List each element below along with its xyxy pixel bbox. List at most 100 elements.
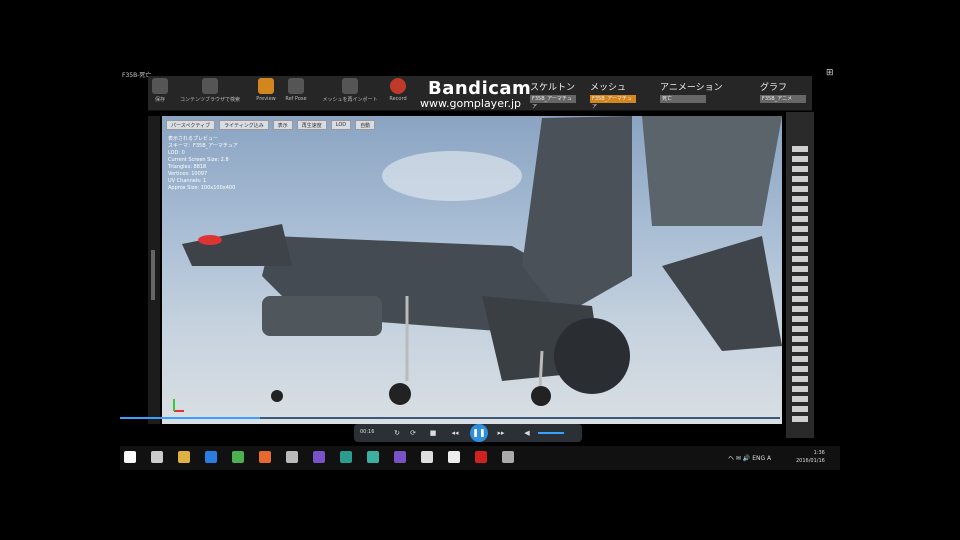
bone-tree-item[interactable] [792, 226, 808, 232]
bone-tree-item[interactable] [792, 306, 808, 312]
preview-button[interactable]: Preview [252, 78, 280, 108]
bone-tree-item[interactable] [792, 186, 808, 192]
bone-tree-item[interactable] [792, 326, 808, 332]
mode-mesh-label: メッシュ [590, 83, 627, 93]
show-button[interactable]: 表示 [272, 120, 293, 130]
bone-tree-item[interactable] [792, 236, 808, 242]
mode-skeleton-label: スケルトン [530, 83, 576, 93]
viewport-toolbar: パースペクティブ ライティング込み 表示 再生速度 LOD 自動 [166, 120, 376, 130]
tail-fin [522, 116, 632, 316]
watermark-title: Bandicam [428, 78, 532, 99]
nose-section [182, 224, 292, 266]
loop-icon[interactable]: ⟳ [408, 428, 418, 438]
bone-tree-item[interactable] [792, 336, 808, 342]
save-button[interactable]: 保存 [150, 78, 170, 108]
horizontal-stabilizer [662, 236, 782, 351]
reimport-mesh-button[interactable]: メッシュを再インポート [314, 78, 386, 108]
lod-button[interactable]: LOD [330, 120, 352, 130]
firefox-icon[interactable] [259, 451, 271, 463]
bone-tree-item[interactable] [792, 166, 808, 172]
unity-icon[interactable] [286, 451, 298, 463]
edge-icon[interactable] [205, 451, 217, 463]
aircraft-model [173, 116, 782, 412]
bone-tree-item[interactable] [792, 416, 808, 422]
bone-tree-item[interactable] [792, 286, 808, 292]
vertical-stabilizer [642, 116, 782, 226]
mode-animation-label: アニメーション [660, 83, 723, 93]
store-icon[interactable] [340, 451, 352, 463]
gom-icon[interactable] [502, 451, 514, 463]
bone-tree-item[interactable] [792, 356, 808, 362]
bone-tree-item[interactable] [792, 266, 808, 272]
repeat-icon[interactable]: ↻ [392, 428, 402, 438]
vs-icon[interactable] [394, 451, 406, 463]
find-in-browser-button[interactable]: コンテンツブラウザで検索 [174, 78, 246, 108]
bone-tree-item[interactable] [792, 296, 808, 302]
stop-icon[interactable]: ■ [428, 428, 438, 438]
mode-skeleton-select[interactable]: F35B_アーマチュア [530, 95, 576, 110]
volume-slider[interactable] [538, 432, 564, 434]
view-mode-button[interactable]: パースペクティブ [166, 120, 216, 130]
bone-tree-item[interactable] [792, 206, 808, 212]
lighting-button[interactable]: ライティング込み [219, 120, 269, 130]
bone-tree-item[interactable] [792, 376, 808, 382]
unreal-icon[interactable] [448, 451, 460, 463]
bone-tree-item[interactable] [792, 386, 808, 392]
search-icon [202, 78, 218, 94]
task-view-icon[interactable] [151, 451, 163, 463]
main-gear-wheel [389, 383, 411, 405]
bandicam-icon[interactable] [475, 451, 487, 463]
visual-studio-icon[interactable] [313, 451, 325, 463]
playback-time: 00:16 [360, 429, 375, 435]
ref-pose-button[interactable]: Ref Pose [282, 78, 310, 108]
record-icon [390, 78, 406, 94]
preview-icon [258, 78, 274, 94]
window-title: F35B-死亡 [122, 72, 152, 79]
player-controls: 00:16 ↻ ⟳ ■ ◂◂ ❚❚ ▸▸ ◀ [354, 424, 582, 442]
playback-speed-button[interactable]: 再生速度 [296, 120, 327, 130]
watermark-url: www.gomplayer.jp [420, 97, 522, 110]
volume-icon[interactable]: ◀ [522, 428, 532, 438]
mode-graph-select[interactable]: F35B_アニメ [760, 95, 806, 103]
mode-mesh-select[interactable]: F35B_アーマチュア [590, 95, 636, 110]
bone-tree-item[interactable] [792, 276, 808, 282]
weapons-bay [262, 296, 382, 336]
bone-tree-item[interactable] [792, 146, 808, 152]
record-button[interactable]: Record [386, 78, 410, 108]
save-icon [152, 78, 168, 94]
windows-start-icon[interactable] [124, 451, 136, 463]
bone-tree-item[interactable] [792, 246, 808, 252]
bone-tree-item[interactable] [792, 396, 808, 402]
forward-icon[interactable]: ▸▸ [496, 428, 506, 438]
rear-gear-wheel [531, 386, 551, 406]
auto-button[interactable]: 自動 [355, 120, 376, 130]
bone-tree-item[interactable] [792, 366, 808, 372]
reimport-icon [342, 78, 358, 94]
app-icon[interactable] [367, 451, 379, 463]
nose-light [198, 235, 222, 245]
bone-tree-item[interactable] [792, 316, 808, 322]
viewport[interactable]: パースペクティブ ライティング込み 表示 再生速度 LOD 自動 表示されるプレ… [162, 116, 782, 424]
mode-graph-label: グラフ [760, 83, 788, 93]
pause-icon[interactable]: ❚❚ [470, 424, 488, 442]
engine-nozzle [554, 318, 630, 394]
taskbar-clock[interactable]: 1:36 2016/01/16 [796, 449, 825, 465]
rear-gear-strut [538, 350, 544, 389]
viewport-stats: 表示されるプレビュー スキーマ：F35B_アーマチュア LOD: 0 Curre… [168, 136, 238, 191]
bone-tree-item[interactable] [792, 176, 808, 182]
bone-tree-item[interactable] [792, 406, 808, 412]
ue4-icon[interactable] [421, 451, 433, 463]
chrome-icon[interactable] [232, 451, 244, 463]
arrange-icon[interactable]: ⊞ [826, 68, 836, 78]
mode-animation-select[interactable]: 死亡 [660, 95, 706, 103]
left-scrollbar[interactable] [151, 250, 155, 300]
bone-tree-item[interactable] [792, 156, 808, 162]
cloud [382, 151, 522, 201]
bone-tree-item[interactable] [792, 346, 808, 352]
rewind-icon[interactable]: ◂◂ [450, 428, 460, 438]
bone-tree-item[interactable] [792, 216, 808, 222]
file-explorer-icon[interactable] [178, 451, 190, 463]
system-tray[interactable]: ヘ ✉ 🔊 ENG A [728, 453, 771, 462]
bone-tree-item[interactable] [792, 196, 808, 202]
bone-tree-item[interactable] [792, 256, 808, 262]
